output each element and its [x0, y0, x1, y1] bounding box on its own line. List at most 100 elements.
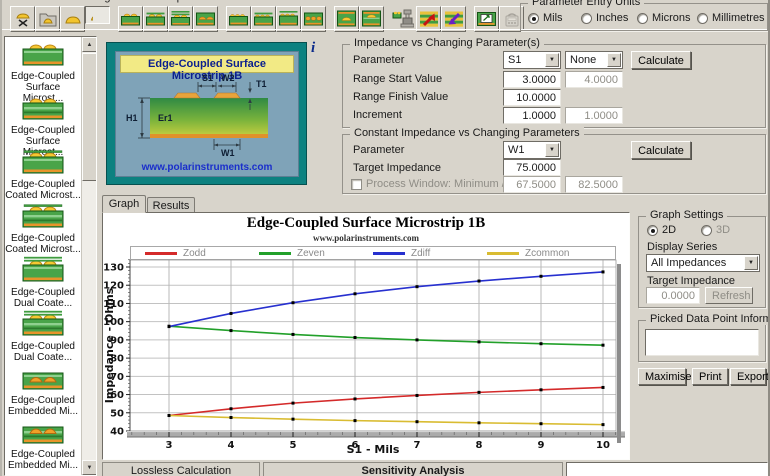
range-finish-label: Range Finish Value [353, 91, 448, 103]
menu-edit[interactable]: Edit [44, 0, 63, 3]
target-impedance-input[interactable]: 75.0000 [503, 159, 561, 176]
bottom-tab-sensitivity[interactable]: Sensitivity Analysis [263, 462, 563, 476]
edge-coupled-pair-icon [90, 7, 93, 25]
print-button[interactable]: Print [692, 368, 728, 385]
ec-surface-microstrip-icon [21, 113, 65, 125]
radio-3d[interactable]: 3D [701, 224, 730, 236]
svg-text:S1: S1 [202, 74, 213, 83]
calculate-parameter-button[interactable]: Calculate [631, 141, 691, 159]
ec-embedded-microstrip-icon [303, 10, 324, 28]
svg-text:4: 4 [228, 440, 235, 451]
edge-coupled-pair-button[interactable] [85, 6, 110, 24]
graph-settings-groupbox: Graph Settings 2D 3D Display Series All … [638, 216, 766, 308]
range-start-input-2[interactable]: 4.0000 [565, 71, 623, 88]
parameter-label: Parameter [353, 54, 404, 66]
diagram-url: www.polarinstruments.com [116, 162, 298, 173]
chevron-down-icon[interactable] [545, 143, 559, 157]
impedance-plot[interactable]: 405060708090100110120130345678910Impedan… [103, 213, 629, 459]
coated-microstrip-icon [145, 10, 166, 28]
ec-surface-microstrip-icon [228, 10, 249, 28]
increment-input-2[interactable]: 1.0000 [565, 107, 623, 124]
picked-data-groupbox: Picked Data Point Information [638, 320, 766, 362]
radio-mils-icon [528, 13, 539, 24]
parameter1-select[interactable]: S1 [503, 51, 561, 69]
display-series-label: Display Series [647, 241, 717, 253]
calc-parameter-icon [444, 10, 464, 28]
scroll-down-icon[interactable] [82, 460, 97, 475]
stripline-icon [336, 9, 357, 29]
process-window-checkbox[interactable] [351, 179, 362, 190]
ec-embedded-microstrip-icon [21, 437, 65, 449]
svg-text:Er1: Er1 [158, 113, 173, 123]
parameter2-select[interactable]: None [565, 51, 623, 69]
radio-2d[interactable]: 2D [647, 224, 676, 236]
graph-target-impedance-label: Target Impedance [647, 275, 735, 287]
graph-panel: Edge-Coupled Surface Microstrip 1B www.p… [102, 212, 630, 460]
sidebar-scrollbar[interactable] [81, 37, 96, 475]
units-groupbox: Parameter Entry Units Mils Inches Micron… [520, 3, 768, 31]
tab-results[interactable]: Results [147, 197, 195, 213]
scrollbar-thumb[interactable] [82, 53, 97, 181]
constant-parameter-label: Parameter [353, 144, 404, 156]
increment-input[interactable]: 1.0000 [503, 107, 561, 124]
app-window: File Edit Configuration Help Parameter E… [0, 0, 770, 476]
radio-microns[interactable]: Microns [637, 12, 691, 24]
range-start-label: Range Start Value [353, 73, 442, 85]
calculate-impedance-button[interactable]: Calculate [631, 51, 691, 69]
maximise-button[interactable]: Maximise [638, 368, 686, 385]
structure-list-panel: Edge-CoupledSurface Microst... Edge-Coup… [4, 36, 97, 476]
diagram-title: Edge-Coupled Surface Microstrip 1B [120, 55, 294, 73]
structure-item-ec-dual-coated-1[interactable]: Edge-CoupledDual Coate... [5, 253, 81, 307]
single-trace-icon [63, 10, 83, 28]
ec-coated-microstrip-icon [253, 10, 274, 28]
picked-data-title: Picked Data Point Information [646, 313, 770, 325]
embedded-microstrip-icon [195, 10, 216, 28]
radio-inches[interactable]: Inches [581, 12, 628, 24]
display-series-select[interactable]: All Impedances [646, 254, 760, 272]
export-button[interactable]: Export [730, 368, 766, 385]
target-impedance-label: Target Impedance [353, 162, 441, 174]
structure-item-ec-embedded-1[interactable]: Edge-CoupledEmbedded Mi... [5, 361, 81, 415]
structure-list: Edge-CoupledSurface Microst... Edge-Coup… [5, 37, 81, 475]
picked-data-textarea[interactable] [645, 329, 759, 356]
range-start-input[interactable]: 3.0000 [503, 71, 561, 88]
menu-help[interactable]: Help [160, 0, 183, 3]
dual-stripline-icon [361, 9, 382, 29]
export-graphic-icon [476, 10, 497, 28]
svg-text:W1: W1 [221, 148, 235, 158]
chevron-down-icon[interactable] [607, 53, 621, 67]
structure-item-ec-embedded-2[interactable]: Edge-CoupledEmbedded Mi... [5, 415, 81, 469]
impedance-groupbox: Impedance vs Changing Parameter(s) Param… [342, 44, 766, 128]
menu-configuration[interactable]: Configuration [79, 0, 144, 3]
refresh-button[interactable]: Refresh [705, 287, 753, 304]
radio-3d-icon [701, 225, 712, 236]
chevron-down-icon[interactable] [744, 256, 758, 270]
svg-text:7: 7 [414, 440, 421, 451]
constant-parameter-select[interactable]: W1 [503, 141, 561, 159]
svg-text:10: 10 [596, 440, 610, 451]
process-max-input[interactable]: 82.5000 [565, 176, 623, 193]
chevron-down-icon[interactable] [545, 53, 559, 67]
structure-item-ec-coated-2[interactable]: Edge-CoupledCoated Microst... [5, 199, 81, 253]
radio-mils[interactable]: Mils [528, 12, 563, 24]
info-icon[interactable]: i [311, 40, 315, 57]
scroll-up-icon[interactable] [82, 37, 97, 52]
svg-text:W2: W2 [221, 74, 235, 83]
ec-dual-coated-icon [21, 275, 65, 287]
structure-item-ec-coated-1[interactable]: Edge-CoupledCoated Microst... [5, 145, 81, 199]
dual-coated-microstrip-icon [170, 10, 191, 28]
radio-2d-icon [647, 225, 658, 236]
tab-graph[interactable]: Graph [102, 195, 146, 213]
trace-with-pins-icon [13, 10, 33, 28]
range-finish-input[interactable]: 10.0000 [503, 89, 561, 106]
calc-impedance-icon [419, 10, 439, 28]
radio-millimetres[interactable]: Millimetres [697, 12, 765, 24]
graph-target-impedance-input[interactable]: 0.0000 [646, 287, 700, 304]
structure-item-ec-surface-1[interactable]: Edge-CoupledSurface Microst... [5, 37, 81, 91]
graph-settings-title: Graph Settings [646, 209, 727, 221]
bottom-tab-lossless[interactable]: Lossless Calculation [102, 462, 260, 476]
structure-item-ec-surface-2[interactable]: Edge-CoupledSurface Microst... [5, 91, 81, 145]
structure-item-ec-dual-coated-2[interactable]: Edge-CoupledDual Coate... [5, 307, 81, 361]
process-min-input[interactable]: 67.5000 [503, 176, 561, 193]
menu-file[interactable]: File [10, 0, 28, 3]
